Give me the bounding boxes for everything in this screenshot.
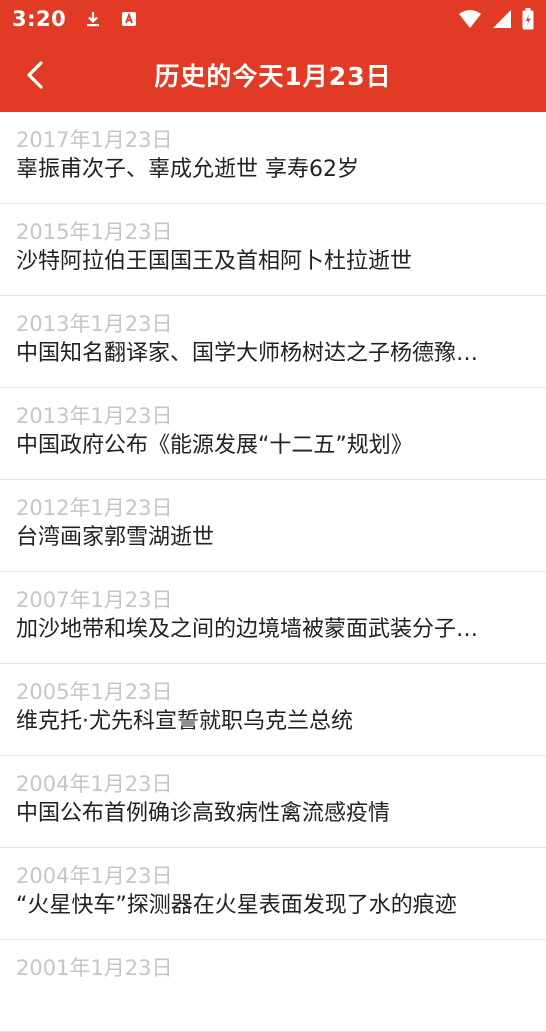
event-date: 2013年1月23日 (16, 404, 173, 428)
event-date: 2005年1月23日 (16, 680, 173, 704)
event-item[interactable]: 2005年1月23日 维克托·尤先科宣誓就职乌克兰总统 (0, 664, 546, 756)
event-item[interactable]: 2013年1月23日 中国政府公布《能源发展“十二五”规划》 (0, 388, 546, 480)
page-title: 历史的今天1月23日 (154, 62, 392, 91)
event-title: 沙特阿拉伯王国国王及首相阿卜杜拉逝世 (16, 249, 413, 274)
event-item[interactable]: 2012年1月23日 台湾画家郭雪湖逝世 (0, 480, 546, 572)
status-left: 3:20 (12, 7, 138, 31)
event-date: 2017年1月23日 (16, 128, 173, 152)
event-list: 2017年1月23日 辜振甫次子、辜成允逝世 享寿62岁 2015年1月23日 … (0, 112, 546, 1032)
event-item[interactable]: 2013年1月23日 中国知名翻译家、国学大师杨树达之子杨德豫… (0, 296, 546, 388)
status-right (458, 8, 534, 30)
event-title: 中国政府公布《能源发展“十二五”规划》 (16, 433, 413, 458)
wifi-icon (459, 10, 481, 28)
event-date: 2004年1月23日 (16, 772, 173, 796)
event-item[interactable]: 2004年1月23日 “火星快车”探测器在火星表面发现了水的痕迹 (0, 848, 546, 940)
event-title: “火星快车”探测器在火星表面发现了水的痕迹 (16, 893, 457, 918)
event-date: 2015年1月23日 (16, 220, 173, 244)
event-title: 加沙地带和埃及之间的边境墙被蒙面武装分子… (16, 617, 479, 642)
event-date: 2007年1月23日 (16, 588, 173, 612)
event-date: 2012年1月23日 (16, 496, 173, 520)
event-title: 辜振甫次子、辜成允逝世 享寿62岁 (16, 157, 359, 182)
signal-icon (493, 10, 511, 28)
app-notification-icon (122, 12, 137, 26)
event-item[interactable]: 2017年1月23日 辜振甫次子、辜成允逝世 享寿62岁 (0, 112, 546, 204)
status-bar: 3:20 (0, 0, 546, 38)
download-icon (87, 12, 100, 27)
event-item[interactable]: 2015年1月23日 沙特阿拉伯王国国王及首相阿卜杜拉逝世 (0, 204, 546, 296)
event-title: 维克托·尤先科宣誓就职乌克兰总统 (16, 709, 353, 734)
event-item[interactable]: 2001年1月23日 (0, 940, 546, 1032)
event-title: 中国公布首例确诊高致病性禽流感疫情 (16, 801, 391, 826)
event-date: 2004年1月23日 (16, 864, 173, 888)
chevron-left-icon (27, 61, 43, 89)
event-date: 2001年1月23日 (16, 956, 173, 980)
event-title: 中国知名翻译家、国学大师杨树达之子杨德豫… (16, 341, 479, 366)
event-title: 台湾画家郭雪湖逝世 (16, 525, 215, 550)
event-date: 2013年1月23日 (16, 312, 173, 336)
event-item[interactable]: 2004年1月23日 中国公布首例确诊高致病性禽流感疫情 (0, 756, 546, 848)
battery-icon (522, 8, 534, 30)
app-bar: 历史的今天1月23日 (0, 38, 546, 112)
back-button[interactable] (18, 58, 52, 92)
event-item[interactable]: 2007年1月23日 加沙地带和埃及之间的边境墙被蒙面武装分子… (0, 572, 546, 664)
status-time: 3:20 (12, 7, 67, 31)
